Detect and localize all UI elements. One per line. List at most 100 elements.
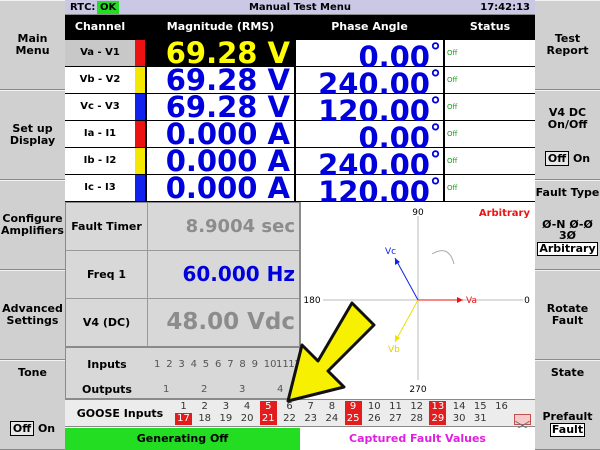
fault-type-arbitrary-selected: Arbitrary xyxy=(537,242,598,256)
table-row[interactable]: Va - V1 69.28 V 0.00° Off xyxy=(65,39,535,72)
status-value: Off xyxy=(445,148,535,174)
inputs-label: Inputs xyxy=(87,358,127,371)
phase-angle-value[interactable]: 240.00° xyxy=(296,148,443,180)
magnitude-value[interactable]: 0.000 A xyxy=(147,174,294,203)
table-row[interactable]: Ib - I2 0.000 A 240.00° Off xyxy=(65,147,535,180)
captured-fault-values[interactable]: Captured Fault Values xyxy=(300,428,535,450)
status-value: Off xyxy=(445,40,535,66)
output-indicator: 3 xyxy=(239,384,246,395)
vb-arrowhead xyxy=(395,335,400,342)
channel-table: Channel Magnitude (RMS) Phase Angle Stat… xyxy=(65,15,535,207)
v4dc-toggle-button[interactable]: V4 DC On/Off Off On xyxy=(535,90,600,180)
input-indicator: 7 xyxy=(227,359,234,370)
goose-disabled-cell xyxy=(514,414,531,431)
page-title: Manual Test Menu xyxy=(248,2,352,13)
table-row[interactable]: Ia - I1 0.000 A 0.00° Off xyxy=(65,120,535,153)
goose-input-indicator: 4 xyxy=(243,401,251,412)
state-button[interactable]: State Prefault Fault xyxy=(535,360,600,450)
channel-cell: Ib - I2 xyxy=(65,148,135,174)
left-button-column: Main Menu Set up Display Configure Ampli… xyxy=(0,0,65,450)
v4dc-label: V4 DC On/Off xyxy=(547,106,588,131)
header-bar: RTC: OK Manual Test Menu 17:42:13 xyxy=(65,0,535,15)
v4-dc-row[interactable]: V4 (DC) 48.00 Vdc xyxy=(66,299,299,347)
rotate-fault-label: Rotate Fault xyxy=(546,302,589,327)
rotate-fault-button[interactable]: Rotate Fault xyxy=(535,270,600,360)
goose-input-indicator: 13 xyxy=(429,401,447,413)
configure-amplifiers-button[interactable]: Configure Amplifiers xyxy=(0,180,65,270)
state-fault: Fault xyxy=(535,423,600,437)
fault-type-button[interactable]: Fault Type Ø-N Ø-Ø 3Ø Arbitrary xyxy=(535,180,600,270)
degree-symbol: ° xyxy=(430,148,441,173)
angle-label-270: 270 xyxy=(409,385,426,395)
fault-timer-row[interactable]: Fault Timer 8.9004 sec xyxy=(66,203,299,251)
advanced-settings-button[interactable]: Advanced Settings xyxy=(0,270,65,360)
v4-dc-label: V4 (DC) xyxy=(66,299,148,346)
goose-input-indicator: 21 xyxy=(259,413,277,425)
vc-arrowhead xyxy=(395,258,400,265)
fault-timer-value: 8.9004 sec xyxy=(185,216,295,237)
phase-angle-value[interactable]: 120.00° xyxy=(296,175,443,207)
tone-label: Tone xyxy=(18,366,47,379)
channel-color-bar xyxy=(135,175,145,201)
channel-color-bar xyxy=(135,40,145,66)
status-value: Off xyxy=(445,121,535,147)
configure-amplifiers-label: Configure Amplifiers xyxy=(1,212,64,237)
goose-inputs-label: GOOSE Inputs xyxy=(76,407,164,420)
phase-angle-value[interactable]: 0.00° xyxy=(296,121,443,153)
col-header-channel: Channel xyxy=(74,20,126,33)
generating-status[interactable]: Generating Off xyxy=(65,428,300,450)
goose-input-indicator: 20 xyxy=(240,413,254,424)
tone-button[interactable]: Tone Off On xyxy=(0,360,65,450)
goose-input-indicator: 19 xyxy=(219,413,233,424)
vc-vector xyxy=(394,257,419,301)
fault-type-3ph: 3Ø xyxy=(558,229,576,242)
input-indicator: 10 xyxy=(263,359,277,370)
status-value: Off xyxy=(445,175,535,201)
goose-input-indicator: 28 xyxy=(410,413,424,424)
state-fault-selected: Fault xyxy=(549,423,586,437)
output-indicator: 2 xyxy=(201,384,208,395)
fault-type-arbitrary: Arbitrary xyxy=(535,242,600,256)
main-menu-button[interactable]: Main Menu xyxy=(0,0,65,90)
channel-color-bar xyxy=(135,94,145,120)
right-button-column: Test Report V4 DC On/Off Off On Fault Ty… xyxy=(535,0,600,450)
v4dc-off-option: Off xyxy=(544,151,570,166)
goose-input-indicator: 3 xyxy=(222,401,230,412)
channel-cell: Ia - I1 xyxy=(65,121,135,147)
setup-display-button[interactable]: Set up Display xyxy=(0,90,65,180)
goose-input-indicator: 5 xyxy=(259,401,277,413)
output-indicator: 1 xyxy=(163,384,170,395)
input-indicator: 6 xyxy=(215,359,222,370)
goose-input-indicator: 29 xyxy=(429,413,447,425)
main-menu-label: Main Menu xyxy=(15,32,50,57)
phase-angle-value[interactable]: 240.00° xyxy=(296,67,443,99)
goose-input-indicator: 17 xyxy=(175,413,192,425)
test-report-label: Test Report xyxy=(546,32,589,57)
vb-vector xyxy=(394,299,419,343)
channel-color-bar xyxy=(135,148,145,174)
vb-label: Vb xyxy=(388,345,400,355)
phase-angle-value[interactable]: 120.00° xyxy=(296,94,443,126)
channel-color-bar xyxy=(135,121,145,147)
va-arrowhead xyxy=(457,297,463,303)
goose-input-indicator: 30 xyxy=(452,413,466,424)
vc-label: Vc xyxy=(385,247,396,257)
frequency-row[interactable]: Freq 1 60.000 Hz xyxy=(66,251,299,299)
io-panel: Inputs Outputs 1 2 3 4 5 6 7 8 9 10 11 12 1234 xyxy=(65,347,301,399)
input-indicator: 8 xyxy=(239,359,246,370)
table-row[interactable]: Vc - V3 69.28 V 120.00° Off xyxy=(65,93,535,126)
degree-symbol: ° xyxy=(430,94,441,119)
status-value: Off xyxy=(445,94,535,120)
input-indicator: 2 xyxy=(166,359,173,370)
test-report-button[interactable]: Test Report xyxy=(535,0,600,90)
table-row[interactable]: Ic - I3 0.000 A 120.00° Off xyxy=(65,174,535,207)
goose-input-indicator: 31 xyxy=(473,413,487,424)
table-row[interactable]: Vb - V2 69.28 V 240.00° Off xyxy=(65,66,535,99)
input-indicator: 1 xyxy=(154,359,161,370)
degree-symbol: ° xyxy=(430,40,441,65)
goose-input-indicator: 18 xyxy=(198,413,212,424)
v4-dc-value: 48.00 Vdc xyxy=(166,309,295,335)
phase-angle-value[interactable]: 0.00° xyxy=(296,40,443,72)
frequency-label: Freq 1 xyxy=(66,251,148,298)
goose-input-indicator: 11 xyxy=(389,401,402,412)
